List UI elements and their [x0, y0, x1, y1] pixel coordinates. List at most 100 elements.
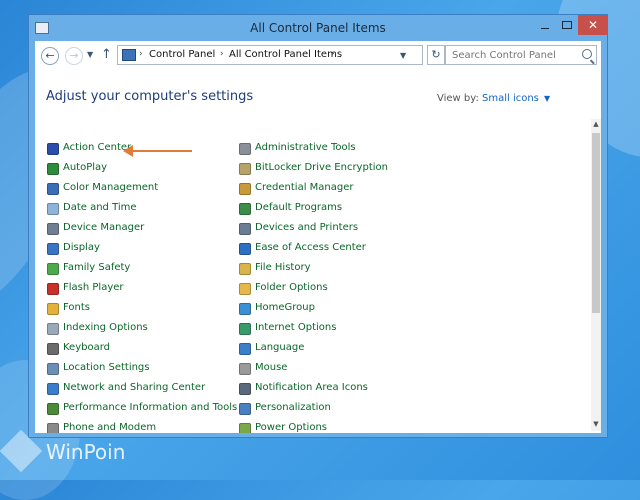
control-panel-item-label[interactable]: Folder Options [255, 282, 328, 293]
refresh-icon: ↻ [431, 48, 441, 61]
forward-button[interactable]: → [65, 47, 83, 65]
mouse-icon [239, 363, 251, 375]
crumb-control-panel[interactable]: Control Panel [149, 49, 215, 60]
control-panel-item-label[interactable]: Fonts [63, 302, 90, 313]
maximize-button[interactable] [556, 15, 578, 35]
control-panel-item-label[interactable]: AutoPlay [63, 162, 107, 173]
view-by-label: View by: [437, 93, 479, 104]
device-manager-icon [47, 223, 59, 235]
control-panel-item-label[interactable]: Color Management [63, 182, 158, 193]
autoplay-icon [47, 163, 59, 175]
language-icon [239, 343, 251, 355]
winpoin-watermark: WinPoin [0, 429, 136, 473]
control-panel-item-label[interactable]: Notification Area Icons [255, 382, 368, 393]
search-icon[interactable] [582, 49, 592, 59]
close-button[interactable]: ✕ [578, 15, 608, 35]
control-panel-icon [122, 49, 136, 61]
globe-icon [239, 323, 251, 335]
control-panel-item-label[interactable]: Administrative Tools [255, 142, 356, 153]
control-panel-item-label[interactable]: Indexing Options [63, 322, 148, 333]
power-icon [239, 423, 251, 433]
maximize-icon [562, 21, 572, 29]
location-icon [47, 363, 59, 375]
bitlocker-icon [239, 163, 251, 175]
performance-icon [47, 403, 59, 415]
control-panel-item-label[interactable]: Display [63, 242, 100, 253]
control-panel-item-label[interactable]: Mouse [255, 362, 287, 373]
minimize-button[interactable] [534, 15, 556, 35]
control-panel-item-label[interactable]: Ease of Access Center [255, 242, 366, 253]
network-icon [47, 383, 59, 395]
file-history-icon [239, 263, 251, 275]
search-box[interactable] [445, 45, 597, 65]
indexing-icon [47, 323, 59, 335]
chevron-right-icon[interactable]: › [139, 49, 143, 59]
control-panel-item-label[interactable]: Network and Sharing Center [63, 382, 205, 393]
refresh-button[interactable]: ↻ [427, 45, 445, 65]
monitor-color-icon [47, 183, 59, 195]
annotation-arrow [130, 150, 192, 152]
window-title: All Control Panel Items [250, 21, 386, 35]
address-bar: ← → ▼ ↑ › Control Panel › All Control Pa… [35, 41, 601, 71]
admin-tools-icon [239, 143, 251, 155]
forward-arrow-icon: → [69, 49, 79, 62]
control-panel-item-label[interactable]: Keyboard [63, 342, 110, 353]
scrollbar-thumb[interactable] [592, 133, 600, 313]
close-icon: ✕ [587, 18, 599, 32]
control-panel-item-label[interactable]: Performance Information and Tools [63, 402, 237, 413]
scroll-down-icon[interactable]: ▼ [591, 419, 601, 429]
control-panel-item-label[interactable]: Family Safety [63, 262, 130, 273]
recent-locations-chevron-icon[interactable]: ▼ [87, 50, 93, 59]
flash-icon [47, 283, 59, 295]
flag-icon [47, 143, 59, 155]
display-icon [47, 243, 59, 255]
chevron-down-icon[interactable]: ▼ [400, 51, 406, 60]
control-panel-item-label[interactable]: Default Programs [255, 202, 342, 213]
search-input[interactable] [446, 46, 582, 64]
control-panel-item-label[interactable]: Power Options [255, 422, 327, 433]
personalization-icon [239, 403, 251, 415]
control-panel-item-label[interactable]: Internet Options [255, 322, 336, 333]
printer-icon [239, 223, 251, 235]
crumb-all-items[interactable]: All Control Panel Items [229, 49, 342, 60]
clock-icon [47, 203, 59, 215]
homegroup-icon [239, 303, 251, 315]
view-by-dropdown[interactable]: Small icons [482, 93, 539, 104]
fonts-folder-icon [47, 303, 59, 315]
control-panel-item-label[interactable]: BitLocker Drive Encryption [255, 162, 388, 173]
control-panel-window: All Control Panel Items ✕ ← → ▼ ↑ › Cont… [28, 14, 608, 438]
content-pane: Adjust your computer's settings View by:… [35, 71, 601, 433]
control-panel-item-label[interactable]: Flash Player [63, 282, 124, 293]
chevron-down-icon[interactable]: ▼ [544, 94, 550, 103]
breadcrumb[interactable]: › Control Panel › All Control Panel Item… [117, 45, 423, 65]
control-panel-item-label[interactable]: Personalization [255, 402, 331, 413]
title-bar[interactable]: All Control Panel Items ✕ [29, 15, 608, 41]
back-button[interactable]: ← [41, 47, 59, 65]
folder-icon [239, 283, 251, 295]
up-arrow-icon[interactable]: ↑ [101, 47, 112, 62]
keyboard-icon [47, 343, 59, 355]
control-panel-item-label[interactable]: Device Manager [63, 222, 144, 233]
scroll-up-icon[interactable]: ▲ [591, 119, 601, 129]
family-icon [47, 263, 59, 275]
control-panel-item-label[interactable]: File History [255, 262, 311, 273]
control-panel-item-label[interactable]: Devices and Printers [255, 222, 358, 233]
page-title: Adjust your computer's settings [46, 89, 254, 104]
control-panel-item-label[interactable]: Credential Manager [255, 182, 353, 193]
minimize-icon [541, 28, 549, 29]
control-panel-item-label[interactable]: HomeGroup [255, 302, 315, 313]
notification-icon [239, 383, 251, 395]
chevron-right-icon[interactable]: › [331, 49, 335, 59]
control-panel-item-label[interactable]: Action Center [63, 142, 131, 153]
control-panel-item-label[interactable]: Date and Time [63, 202, 137, 213]
winpoin-logo-icon [0, 429, 43, 473]
control-panel-item-label[interactable]: Location Settings [63, 362, 150, 373]
credential-icon [239, 183, 251, 195]
watermark-text: WinPoin [46, 440, 126, 464]
default-programs-icon [239, 203, 251, 215]
vertical-scrollbar[interactable]: ▲ ▼ [591, 119, 601, 431]
back-arrow-icon: ← [45, 49, 55, 62]
control-panel-item-label[interactable]: Language [255, 342, 304, 353]
ease-access-icon [239, 243, 251, 255]
chevron-right-icon[interactable]: › [220, 49, 224, 59]
